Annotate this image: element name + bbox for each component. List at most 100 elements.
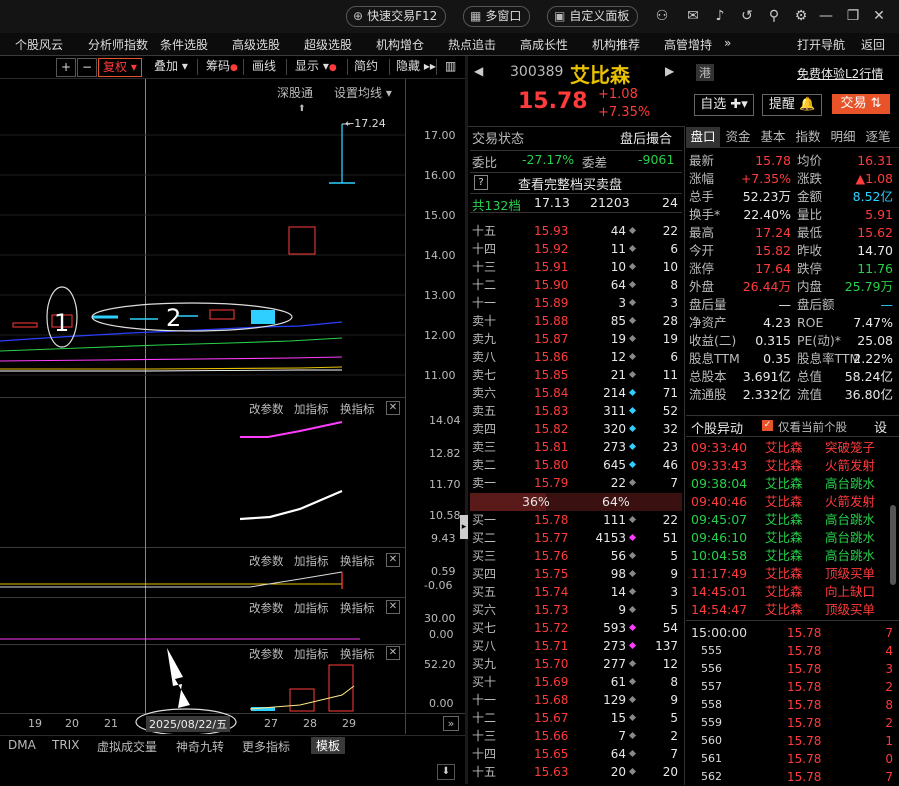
add-indicator-link[interactable]: 加指标 [294, 553, 329, 569]
switch-indicator-link[interactable]: 换指标 [340, 553, 375, 569]
full-queue-link[interactable]: 查看完整档买卖盘 [518, 174, 622, 193]
restore-icon[interactable]: ❐ [844, 7, 862, 25]
bid-row[interactable]: 买三 15.76 56 5 [470, 547, 682, 565]
ask-row[interactable]: 十四 15.92 11 6 [470, 240, 682, 258]
bid-row[interactable]: 十五 15.63 20 20 [470, 763, 682, 781]
menu-item[interactable]: 个股风云 [15, 36, 63, 53]
full-queue-row[interactable]: ? 查看完整档买卖盘 [470, 172, 682, 193]
alerts-settings-button[interactable]: 设 [874, 417, 887, 436]
bid-row[interactable]: 买八 15.71 273 137 [470, 637, 682, 655]
alert-row[interactable]: 14:45:01 艾比森 向上缺口 [689, 583, 895, 601]
menu-item[interactable]: 高管增持 [664, 36, 712, 53]
tab-basic[interactable]: 基本 [756, 127, 790, 147]
alert-button[interactable]: 提醒 🔔 [762, 94, 822, 116]
close-icon[interactable]: ✕ [386, 646, 400, 660]
menu-item[interactable]: 分析师指数 [88, 36, 148, 53]
chips-button[interactable]: 筹码● [202, 58, 242, 75]
menu-item[interactable]: 机构推荐 [592, 36, 640, 53]
ask-row[interactable]: 卖一 15.79 22 7 [470, 474, 682, 492]
bid-row[interactable]: 买九 15.70 277 12 [470, 655, 682, 673]
shirt-icon[interactable]: ⚲ [765, 7, 783, 25]
ask-row[interactable]: 卖五 15.83 311 52 [470, 402, 682, 420]
menu-item[interactable]: 热点追击 [448, 36, 496, 53]
close-icon[interactable]: ✕ [386, 401, 400, 415]
alert-row[interactable]: 09:45:07 艾比森 高台跳水 [689, 511, 895, 529]
ask-row[interactable]: 卖六 15.84 214 71 [470, 384, 682, 402]
ask-row[interactable]: 卖七 15.85 21 11 [470, 366, 682, 384]
bid-row[interactable]: 买五 15.74 14 3 [470, 583, 682, 601]
multi-window-button[interactable]: ▦ 多窗口 [463, 6, 531, 27]
back-link[interactable]: 返回 [861, 36, 885, 53]
bid-row[interactable]: 买四 15.75 98 9 [470, 565, 682, 583]
bid-row[interactable]: 买二 15.77 4153 51 [470, 529, 682, 547]
switch-indicator-link[interactable]: 换指标 [340, 646, 375, 662]
ask-row[interactable]: 卖九 15.87 19 19 [470, 330, 682, 348]
close-icon[interactable]: ✕ [386, 600, 400, 614]
refresh-icon[interactable]: ↺ [738, 7, 756, 25]
menu-more[interactable]: » [724, 36, 731, 50]
alert-row[interactable]: 09:38:04 艾比森 高台跳水 [689, 475, 895, 493]
overlay-dropdown[interactable]: 叠加 ▾ [150, 58, 192, 75]
tab-dma[interactable]: DMA [8, 738, 36, 752]
checkbox-checked-icon[interactable]: ✓ [762, 420, 773, 431]
help-icon[interactable]: ? [474, 175, 488, 190]
hk-badge[interactable]: 港 [696, 64, 715, 81]
bid-row[interactable]: 买六 15.73 9 5 [470, 601, 682, 619]
self-select-button[interactable]: 自选 ✚▾ [694, 94, 754, 116]
add-indicator-link[interactable]: 加指标 [294, 600, 329, 616]
edit-params-link[interactable]: 改参数 [249, 553, 284, 569]
close-icon[interactable]: ✕ [386, 553, 400, 567]
zoom-out-button[interactable]: − [77, 58, 98, 77]
ask-row[interactable]: 卖八 15.86 12 6 [470, 348, 682, 366]
tab-virtual-volume[interactable]: 虚拟成交量 [97, 738, 157, 755]
ask-row[interactable]: 十三 15.91 10 10 [470, 258, 682, 276]
settings-icon[interactable]: ⚙ [792, 7, 810, 25]
scrollbar-thumb[interactable] [890, 505, 896, 585]
bid-row[interactable]: 十二 15.67 15 5 [470, 709, 682, 727]
bid-row[interactable]: 十一 15.68 129 9 [470, 691, 682, 709]
download-icon[interactable]: ⬇ [437, 764, 455, 780]
expand-icon[interactable]: » [443, 716, 459, 731]
alert-row[interactable]: 09:33:43 艾比森 火箭发射 [689, 457, 895, 475]
menu-item[interactable]: 高级选股 [232, 36, 280, 53]
open-nav-link[interactable]: 打开导航 [797, 36, 845, 53]
draw-line-button[interactable]: 画线 [248, 58, 280, 75]
alert-row[interactable]: 09:46:10 艾比森 高台跳水 [689, 529, 895, 547]
tab-index[interactable]: 指数 [791, 127, 825, 147]
custom-panel-button[interactable]: ▣ 自定义面板 [547, 6, 639, 27]
shengu-label[interactable]: 深股通 [277, 84, 313, 101]
tab-tick[interactable]: 逐笔 [861, 127, 895, 147]
ask-row[interactable]: 卖三 15.81 273 23 [470, 438, 682, 456]
user-icon[interactable]: ⚇ [653, 7, 671, 25]
prev-stock-icon[interactable]: ◀ [474, 64, 483, 78]
bell-icon[interactable]: ♪ [711, 7, 729, 25]
hide-button[interactable]: 隐藏 ▸▸ [392, 58, 440, 75]
bid-row[interactable]: 买一 15.78 111 22 [470, 511, 682, 529]
tab-pankou[interactable]: 盘口 [686, 127, 720, 147]
add-indicator-link[interactable]: 加指标 [294, 646, 329, 662]
alert-row[interactable]: 10:04:58 艾比森 高台跳水 [689, 547, 895, 565]
ask-row[interactable]: 十二 15.90 64 8 [470, 276, 682, 294]
alert-row[interactable]: 09:40:46 艾比森 火箭发射 [689, 493, 895, 511]
edit-params-link[interactable]: 改参数 [249, 646, 284, 662]
tab-detail[interactable]: 明细 [826, 127, 860, 147]
menu-item[interactable]: 超级选股 [304, 36, 352, 53]
set-ma-dropdown[interactable]: 设置均线 ▾ [334, 84, 392, 101]
close-icon[interactable]: ✕ [870, 7, 888, 25]
bid-row[interactable]: 十四 15.65 64 7 [470, 745, 682, 763]
bid-row[interactable]: 十三 15.66 7 2 [470, 727, 682, 745]
tab-more-indicators[interactable]: 更多指标 [242, 738, 290, 755]
switch-indicator-link[interactable]: 换指标 [340, 600, 375, 616]
ask-row[interactable]: 卖二 15.80 645 46 [470, 456, 682, 474]
bid-row[interactable]: 买十 15.69 61 8 [470, 673, 682, 691]
tab-funds[interactable]: 资金 [721, 127, 755, 147]
add-indicator-link[interactable]: 加指标 [294, 401, 329, 417]
trade-button[interactable]: 交易 ⇅ [832, 94, 890, 114]
switch-indicator-link[interactable]: 换指标 [340, 401, 375, 417]
zoom-in-button[interactable]: + [56, 58, 77, 77]
edit-params-link[interactable]: 改参数 [249, 401, 284, 417]
simple-button[interactable]: 简约 [350, 58, 382, 75]
alert-row[interactable]: 11:17:49 艾比森 顶级买单 [689, 565, 895, 583]
minimize-icon[interactable]: — [817, 7, 835, 25]
alert-row[interactable]: 09:33:40 艾比森 突破笼子 [689, 439, 895, 457]
